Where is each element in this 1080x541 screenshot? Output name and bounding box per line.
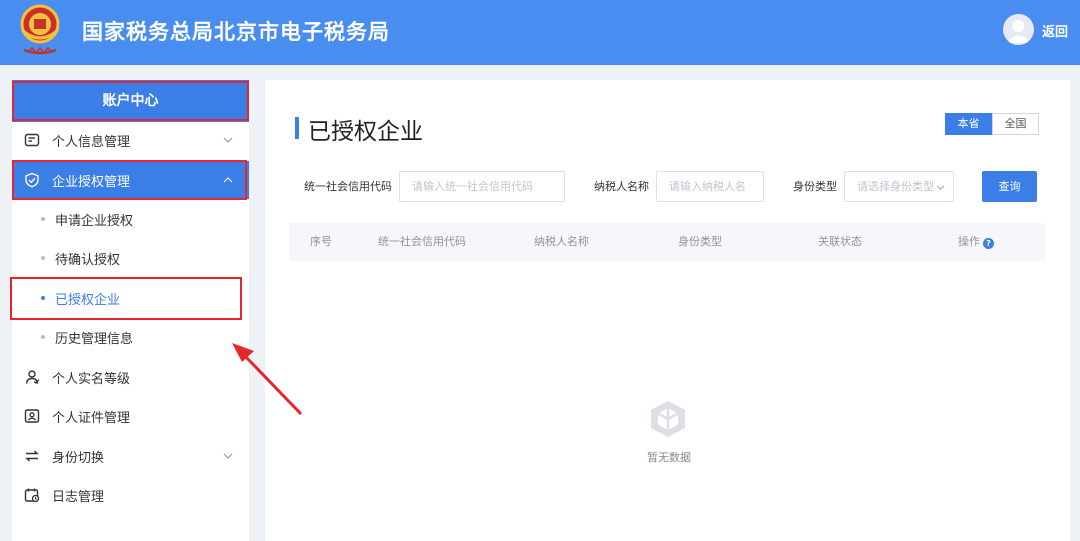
sidebar-item-enterprise-auth[interactable]: 企业授权管理 bbox=[12, 161, 249, 199]
calendar-log-icon bbox=[24, 487, 40, 503]
credit-code-input[interactable]: 请输入统一社会信用代码 bbox=[399, 171, 565, 202]
chevron-down-icon bbox=[936, 185, 945, 191]
main-panel: 已授权企业 本省 全国 统一社会信用代码 请输入统一社会信用代码 纳税人名称 请… bbox=[265, 80, 1070, 541]
sidebar-item-label: 个人实名等级 bbox=[52, 371, 131, 387]
chevron-down-icon bbox=[223, 453, 233, 459]
sidebar-item-personal-info[interactable]: 个人信息管理 bbox=[12, 121, 249, 159]
scope-province-button[interactable]: 本省 bbox=[945, 113, 992, 135]
sidebar-item-label: 个人证件管理 bbox=[52, 410, 131, 426]
credit-code-label: 统一社会信用代码 bbox=[304, 180, 392, 193]
sidebar-item-realname-level[interactable]: 个人实名等级 bbox=[12, 358, 249, 396]
page-title: 已授权企业 bbox=[308, 119, 423, 145]
column-header: 统一社会信用代码 bbox=[378, 235, 466, 248]
column-header-actions: 操作? bbox=[958, 223, 994, 261]
account-center-button[interactable]: 账户中心 bbox=[12, 80, 249, 122]
sidebar-subitem-history[interactable]: 历史管理信息 bbox=[12, 318, 249, 356]
column-header: 序号 bbox=[310, 235, 332, 248]
empty-state-text: 暂无数据 bbox=[647, 451, 691, 464]
empty-box-icon bbox=[651, 401, 685, 437]
chevron-up-icon bbox=[223, 177, 233, 183]
sidebar-subitem-pending-auth[interactable]: 待确认授权 bbox=[12, 239, 249, 277]
sidebar-item-label: 个人信息管理 bbox=[52, 134, 131, 150]
taxpayer-name-label: 纳税人名称 bbox=[594, 180, 649, 193]
sidebar-item-log-management[interactable]: 日志管理 bbox=[12, 476, 249, 514]
column-header: 身份类型 bbox=[678, 235, 722, 248]
sidebar-item-label: 身份切换 bbox=[52, 450, 105, 466]
sidebar-item-id-docs[interactable]: 个人证件管理 bbox=[12, 397, 249, 435]
query-button[interactable]: 查询 bbox=[982, 171, 1037, 202]
chevron-down-icon bbox=[223, 137, 233, 143]
sidebar-subitem-apply-auth[interactable]: 申请企业授权 bbox=[12, 200, 249, 238]
shield-check-icon bbox=[24, 172, 40, 188]
title-accent-bar bbox=[295, 117, 299, 139]
top-header: 国家税务总局北京市电子税务局 返回 bbox=[0, 0, 1080, 65]
site-title: 国家税务总局北京市电子税务局 bbox=[82, 20, 390, 44]
table-header: 序号 统一社会信用代码 纳税人名称 身份类型 关联状态 操作? bbox=[289, 223, 1045, 261]
sidebar-item-label: 日志管理 bbox=[52, 489, 105, 505]
taxpayer-name-input[interactable]: 请输入纳税人名 bbox=[656, 171, 764, 202]
bullet-dot bbox=[41, 335, 45, 339]
profile-card-icon bbox=[24, 132, 40, 148]
identity-type-placeholder: 请选择身份类型 bbox=[857, 180, 934, 193]
bullet-dot bbox=[41, 256, 45, 260]
sidebar-item-label: 已授权企业 bbox=[55, 292, 121, 308]
scope-national-button[interactable]: 全国 bbox=[992, 113, 1039, 135]
user-level-icon bbox=[24, 369, 40, 385]
column-header: 操作 bbox=[958, 235, 980, 248]
tax-emblem-icon bbox=[20, 4, 60, 55]
identity-type-select[interactable]: 请选择身份类型 bbox=[844, 171, 954, 202]
sidebar-item-label: 申请企业授权 bbox=[55, 213, 134, 229]
sidebar-subitem-authorized-enterprises[interactable]: 已授权企业 bbox=[12, 279, 249, 317]
user-avatar-icon[interactable] bbox=[1003, 14, 1034, 45]
bullet-dot bbox=[41, 296, 45, 300]
column-header: 纳税人名称 bbox=[534, 235, 589, 248]
sidebar-item-label: 历史管理信息 bbox=[55, 331, 134, 347]
identity-type-label: 身份类型 bbox=[793, 180, 837, 193]
sidebar-item-label: 待确认授权 bbox=[55, 252, 121, 268]
sidebar-item-identity-switch[interactable]: 身份切换 bbox=[12, 437, 249, 475]
help-icon[interactable]: ? bbox=[983, 238, 994, 249]
column-header: 关联状态 bbox=[818, 235, 862, 248]
switch-icon bbox=[24, 448, 40, 464]
sidebar: 账户中心 个人信息管理 企业授权管理 申请企业授权 待确认授权 已授权企业 历史… bbox=[12, 80, 249, 541]
bullet-dot bbox=[41, 217, 45, 221]
sidebar-item-label: 企业授权管理 bbox=[52, 174, 131, 190]
scope-toggle: 本省 全国 bbox=[945, 113, 1039, 135]
back-link[interactable]: 返回 bbox=[1042, 21, 1068, 40]
id-card-icon bbox=[24, 408, 40, 424]
